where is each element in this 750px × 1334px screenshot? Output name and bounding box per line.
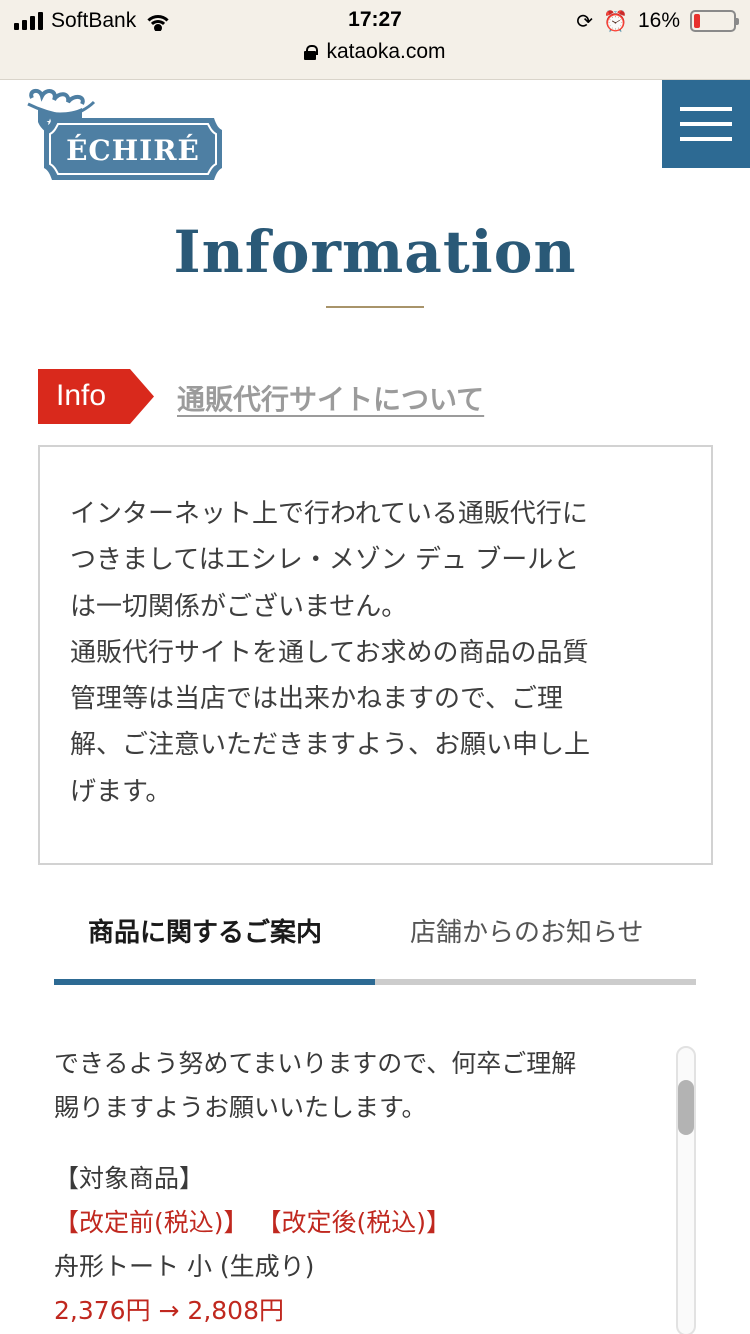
info-tag-label: Info [56, 379, 107, 412]
title-divider [326, 306, 424, 308]
info-tag: Info [38, 369, 154, 424]
hamburger-menu-icon [680, 107, 732, 141]
address-bar[interactable]: kataoka.com [0, 40, 750, 64]
notice-line: は一切関係がございません。 [70, 591, 408, 622]
notice-line: インターネット上で行われている通販代行に [70, 499, 588, 529]
panel-line: できるよう努めてまいりますので、何卒ご理解 [54, 1049, 577, 1078]
tab-store-news[interactable]: 店舗からのお知らせ [410, 912, 643, 962]
active-tab-indicator [54, 979, 375, 985]
notice-line: げます。 [70, 776, 172, 807]
alarm-icon: ⏰ [603, 9, 628, 33]
notice-line: つきましてはエシレ・メゾン デュ ブールと [70, 545, 580, 576]
lock-icon [304, 44, 319, 60]
inactive-tab-indicator [375, 979, 696, 985]
notice-box: インターネット上で行われている通販代行に つきましてはエシレ・メゾン デュ ブー… [38, 445, 713, 865]
status-right: ⟳ ⏰ 16% [576, 8, 739, 34]
price-change: 2,376円 → 2,808円 [54, 1296, 284, 1325]
panel-scroll-thumb[interactable] [678, 1080, 694, 1135]
logo-text: ÉCHIRÉ [66, 134, 200, 167]
rotation-lock-icon: ⟳ [576, 9, 594, 33]
panel-line: 賜りますようお願いいたします。 [54, 1093, 427, 1122]
notice-line: 解、ご注意いただきますよう、お願い申し上 [70, 730, 591, 761]
page-title: Information [173, 218, 577, 286]
battery-icon [690, 10, 739, 32]
status-bar: SoftBank 17:27 ⟳ ⏰ 16% kataoka.com [0, 0, 750, 80]
logo-emblem-icon: ★ ★ ★ ÉCHIRÉ [27, 89, 222, 180]
echire-logo[interactable]: ★ ★ ★ ÉCHIRÉ [24, 88, 224, 188]
tab-product-info[interactable]: 商品に関するご案内 [88, 912, 322, 962]
product-name: 舟形トート 小 (生成り) [54, 1252, 315, 1281]
notice-title-link[interactable]: 通販代行サイトについて [177, 378, 484, 418]
notice-line: 管理等は当店では出来かねますので、ご理 [70, 684, 563, 715]
menu-button[interactable] [662, 80, 750, 168]
notice-line: 通販代行サイトを通してお求めの商品の品質 [70, 637, 589, 668]
address-url[interactable]: kataoka.com [326, 40, 445, 64]
panel-content: できるよう努めてまいりますので、何卒ご理解 賜りますようお願いいたします。 【対… [54, 1040, 674, 1333]
battery-percent: 16% [637, 9, 680, 32]
battery-level [694, 14, 701, 28]
product-notice-panel[interactable]: できるよう努めてまいりますので、何卒ご理解 賜りますようお願いいたします。 【対… [54, 1040, 696, 1334]
target-products-heading: 【対象商品】 [54, 1164, 205, 1193]
price-column-labels: 【改定前(税込)】 【改定後(税込)】 [54, 1208, 451, 1237]
